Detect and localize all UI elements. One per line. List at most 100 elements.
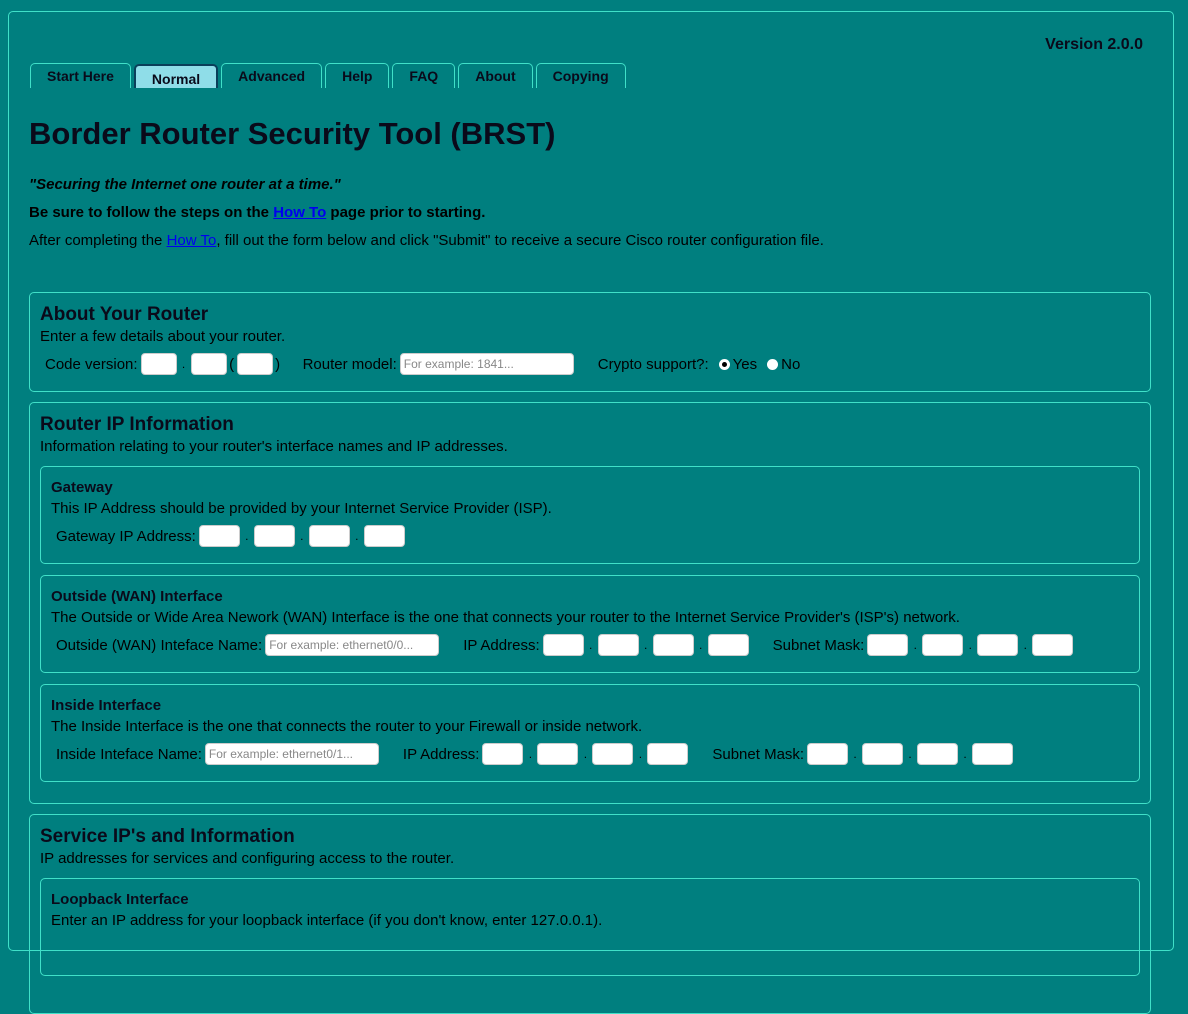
subsection-inside-interface: Inside Interface The Inside Interface is… [40, 684, 1140, 782]
info-suffix: , fill out the form below and click "Sub… [216, 232, 824, 249]
inside-mask-octet-1[interactable] [807, 743, 849, 765]
section-about-router: About Your Router Enter a few details ab… [29, 292, 1151, 392]
tab-about[interactable]: About [458, 63, 533, 88]
outside-ip-label: IP Address: [463, 636, 540, 654]
gateway-ip-octet-1[interactable] [198, 525, 240, 547]
ip-separator: . [908, 747, 912, 761]
inside-ip-octet-4[interactable] [647, 743, 689, 765]
subsection-desc: The Inside Interface is the one that con… [51, 718, 643, 735]
ip-separator: . [968, 638, 973, 652]
outside-row: Outside (WAN) Inteface Name: IP Address:… [56, 634, 1129, 656]
gateway-ip-octet-4[interactable] [363, 525, 405, 547]
warning-suffix: page prior to starting. [326, 204, 486, 221]
subsection-outside-interface: Outside (WAN) Interface The Outside or W… [40, 575, 1140, 673]
info-text: After completing the How To, fill out th… [29, 232, 824, 250]
motto: "Securing the Internet one router at a t… [29, 176, 341, 193]
info-prefix: After completing the [29, 232, 167, 249]
paren-open: ( [229, 355, 235, 373]
inside-ip-octet-2[interactable] [537, 743, 579, 765]
subsection-title: Gateway [51, 479, 113, 496]
inside-mask-octet-3[interactable] [917, 743, 959, 765]
gateway-row: Gateway IP Address: . . . [56, 525, 1129, 547]
ip-separator: . [963, 747, 967, 761]
section-title: Router IP Information [40, 414, 234, 435]
inside-row: Inside Inteface Name: IP Address: . . . … [56, 743, 1129, 765]
subsection-title: Inside Interface [51, 697, 162, 714]
tab-bar: Start Here Normal Advanced Help FAQ Abou… [30, 63, 626, 88]
outside-mask-label: Subnet Mask: [772, 636, 865, 654]
crypto-support-label: Crypto support?: [597, 355, 709, 373]
ip-separator: . [355, 529, 359, 543]
router-details-row: Code version: . ( ) Router model: Crypto… [45, 353, 1140, 375]
how-to-link[interactable]: How To [273, 204, 326, 221]
code-version-minor-input[interactable] [190, 353, 227, 375]
page-title: Border Router Security Tool (BRST) [29, 116, 556, 151]
outside-name-label: Outside (WAN) Inteface Name: [56, 636, 263, 654]
ip-separator: . [643, 638, 648, 652]
section-desc: Information relating to your router's in… [40, 438, 508, 455]
outside-ip-octet-1[interactable] [542, 634, 584, 656]
section-router-ip: Router IP Information Information relati… [29, 402, 1151, 804]
ip-separator: . [528, 747, 533, 761]
subsection-title: Outside (WAN) Interface [51, 588, 223, 605]
tab-copying[interactable]: Copying [535, 63, 626, 88]
crypto-no-label: No [781, 355, 801, 373]
code-version-label: Code version: [45, 355, 138, 373]
warning-text: Be sure to follow the steps on the How T… [29, 204, 824, 222]
outside-ip-octet-3[interactable] [652, 634, 694, 656]
code-version-build-input[interactable] [236, 353, 273, 375]
outside-mask-octet-3[interactable] [977, 634, 1019, 656]
inside-name-input[interactable] [204, 743, 379, 765]
router-model-label: Router model: [302, 355, 397, 373]
subsection-desc: The Outside or Wide Area Nework (WAN) In… [51, 609, 960, 626]
ip-separator: . [698, 638, 703, 652]
tab-help[interactable]: Help [325, 63, 390, 88]
paren-close: ) [275, 355, 281, 373]
tab-normal[interactable]: Normal [133, 64, 219, 88]
inside-mask-octet-4[interactable] [972, 743, 1014, 765]
ip-separator: . [300, 529, 304, 543]
outside-mask-octet-4[interactable] [1032, 634, 1074, 656]
outside-name-input[interactable] [265, 634, 440, 656]
section-desc: Enter a few details about your router. [40, 328, 286, 345]
tab-start-here[interactable]: Start Here [30, 63, 131, 88]
inside-ip-octet-3[interactable] [592, 743, 634, 765]
how-to-link-2[interactable]: How To [167, 232, 217, 249]
section-desc: IP addresses for services and configurin… [40, 850, 455, 867]
ip-separator: . [245, 529, 249, 543]
ip-separator: . [1023, 638, 1028, 652]
inside-mask-octet-2[interactable] [862, 743, 904, 765]
router-model-input[interactable] [399, 353, 574, 375]
subsection-desc: Enter an IP address for your loopback in… [51, 912, 603, 929]
subsection-gateway: Gateway This IP Address should be provid… [40, 466, 1140, 564]
ip-separator: . [913, 638, 918, 652]
code-version-major-input[interactable] [140, 353, 177, 375]
inside-mask-label: Subnet Mask: [712, 745, 805, 763]
gateway-ip-octet-2[interactable] [253, 525, 295, 547]
ip-separator: . [853, 747, 857, 761]
code-version-dot: . [181, 357, 186, 371]
section-services: Service IP's and Information IP addresse… [29, 814, 1151, 1014]
gateway-ip-octet-3[interactable] [308, 525, 350, 547]
warning-prefix: Be sure to follow the steps on the [29, 204, 274, 221]
ip-separator: . [583, 747, 588, 761]
crypto-no-radio[interactable] [767, 358, 779, 370]
ip-separator: . [588, 638, 593, 652]
outside-ip-octet-2[interactable] [597, 634, 639, 656]
inside-ip-octet-1[interactable] [482, 743, 524, 765]
outside-mask-octet-2[interactable] [922, 634, 964, 656]
outside-ip-octet-4[interactable] [707, 634, 749, 656]
tab-faq[interactable]: FAQ [392, 63, 456, 88]
version-label: Version 2.0.0 [1045, 36, 1143, 53]
ip-separator: . [638, 747, 643, 761]
page-frame: Version 2.0.0 Start Here Normal Advanced… [8, 11, 1174, 1014]
inside-name-label: Inside Inteface Name: [56, 745, 202, 763]
intro: "Securing the Internet one router at a t… [29, 176, 824, 260]
subsection-desc: This IP Address should be provided by yo… [51, 500, 552, 517]
section-title: Service IP's and Information [40, 826, 295, 847]
crypto-yes-radio[interactable] [718, 358, 730, 370]
outside-mask-octet-1[interactable] [867, 634, 909, 656]
subsection-loopback: Loopback Interface Enter an IP address f… [40, 878, 1140, 976]
section-title: About Your Router [40, 304, 209, 325]
tab-advanced[interactable]: Advanced [221, 63, 323, 88]
